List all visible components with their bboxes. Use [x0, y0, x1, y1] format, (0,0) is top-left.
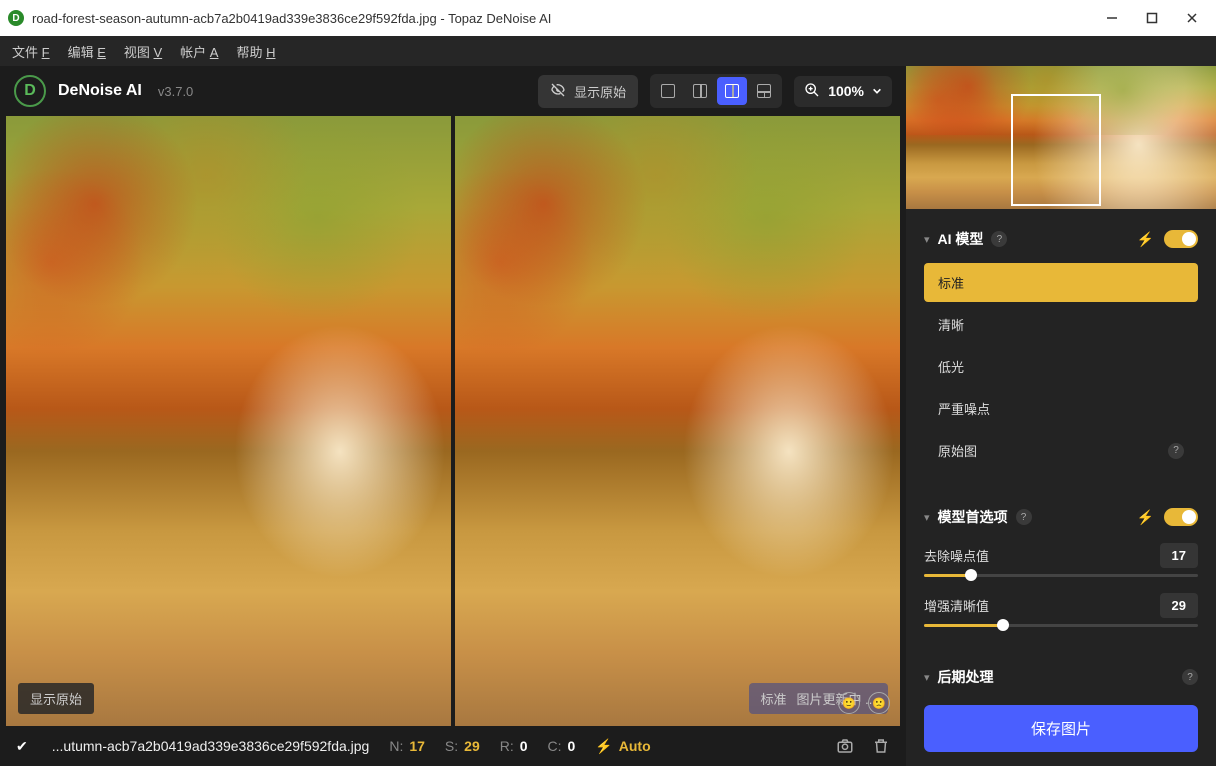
save-image-button[interactable]: 保存图片 [924, 705, 1198, 752]
view-sidebyside-button[interactable] [717, 77, 747, 105]
panel-header-post[interactable]: ▾ 后期处理 ? [924, 659, 1198, 695]
panel-post-process: ▾ 后期处理 ? [906, 647, 1216, 699]
stat-r-label: R: [500, 738, 514, 754]
rate-bad-icon[interactable]: 🙁 [868, 692, 890, 714]
menu-file[interactable]: 文件 F [12, 42, 50, 61]
stat-c-label: C: [548, 738, 562, 754]
chevron-down-icon: ▾ [924, 233, 930, 246]
help-icon[interactable]: ? [1016, 509, 1032, 525]
prefs-title: 模型首选项 [938, 507, 1008, 527]
panel-header-ai-model[interactable]: ▾ AI 模型 ? ⚡ [924, 221, 1198, 257]
model-standard[interactable]: 标准 [924, 263, 1198, 302]
panel-header-prefs[interactable]: ▾ 模型首选项 ? ⚡ [924, 499, 1198, 535]
bolt-icon: ⚡ [595, 738, 612, 755]
chevron-down-icon: ▾ [924, 671, 930, 684]
navigator[interactable] [906, 66, 1216, 209]
help-icon[interactable]: ? [991, 231, 1007, 247]
denoise-value[interactable]: 17 [1160, 543, 1198, 568]
original-label: 显示原始 [18, 683, 94, 714]
view-quad-button[interactable] [749, 77, 779, 105]
post-title: 后期处理 [938, 667, 994, 687]
show-original-label: 显示原始 [574, 82, 626, 101]
minimize-button[interactable] [1104, 10, 1120, 26]
menu-edit[interactable]: 编辑 E [68, 42, 106, 61]
bolt-icon: ⚡ [1137, 509, 1154, 526]
stat-r-value: 0 [520, 738, 528, 754]
chevron-down-icon: ▾ [924, 511, 930, 524]
zoom-value: 100% [828, 83, 864, 99]
settings-sidebar: ▾ AI 模型 ? ⚡ 标准 清晰 低光 严重噪点 原始图? ▾ 模型首选项 ? [906, 66, 1216, 766]
model-clear[interactable]: 清晰 [924, 305, 1198, 344]
app-name-label: DeNoise AI [58, 82, 142, 100]
panel-model-prefs: ▾ 模型首选项 ? ⚡ 去除噪点值 17 [906, 487, 1216, 647]
status-filename: ...utumn-acb7a2b0419ad339e3836ce29f592fd… [52, 738, 370, 754]
rate-good-icon[interactable]: 🙂 [838, 692, 860, 714]
stat-n-label: N: [389, 738, 403, 754]
show-original-button[interactable]: 显示原始 [538, 75, 638, 108]
camera-icon[interactable] [836, 737, 854, 755]
denoise-label: 去除噪点值 [924, 546, 989, 565]
app-icon: D [8, 10, 24, 26]
statusbar: ✔ ...utumn-acb7a2b0419ad339e3836ce29f592… [0, 726, 906, 766]
sharpen-label: 增强清晰值 [924, 596, 989, 615]
trash-icon[interactable] [872, 737, 890, 755]
model-raw[interactable]: 原始图? [924, 431, 1198, 470]
auto-button[interactable]: ⚡Auto [595, 738, 650, 755]
bolt-icon: ⚡ [1137, 231, 1154, 248]
menu-account[interactable]: 帐户 A [180, 42, 218, 61]
sharpen-value[interactable]: 29 [1160, 593, 1198, 618]
stat-n-value: 17 [409, 738, 425, 754]
view-single-button[interactable] [653, 77, 683, 105]
toolbar: D DeNoise AI v3.7.0 显示原始 100% [0, 66, 906, 116]
chevron-down-icon [872, 83, 882, 99]
zoom-control[interactable]: 100% [794, 76, 892, 107]
result-model-label: 标准 [761, 689, 787, 708]
preview-result-pane[interactable]: 标准 图片更新中 ... [455, 116, 900, 726]
check-icon: ✔ [16, 738, 28, 755]
menu-view[interactable]: 视图 V [124, 42, 162, 61]
menu-help[interactable]: 帮助 H [236, 42, 275, 61]
stat-s-value: 29 [464, 738, 480, 754]
window-titlebar: D road-forest-season-autumn-acb7a2b0419a… [0, 0, 1216, 36]
view-mode-group [650, 74, 782, 108]
preview-area[interactable]: 显示原始 标准 图片更新中 ... 🙂 🙁 [0, 116, 906, 726]
eye-off-icon [550, 82, 566, 101]
model-severe-noise[interactable]: 严重噪点 [924, 389, 1198, 428]
view-split-button[interactable] [685, 77, 715, 105]
navigator-viewport-rect[interactable] [1011, 94, 1101, 206]
app-version-label: v3.7.0 [158, 84, 193, 99]
stat-c-value: 0 [568, 738, 576, 754]
stat-s-label: S: [445, 738, 458, 754]
help-icon[interactable]: ? [1182, 669, 1198, 685]
ai-model-title: AI 模型 [938, 229, 984, 249]
prefs-toggle[interactable] [1164, 508, 1198, 526]
denoise-slider-row: 去除噪点值 17 [924, 535, 1198, 585]
ai-model-toggle[interactable] [1164, 230, 1198, 248]
close-button[interactable] [1184, 10, 1200, 26]
sharpen-slider-row: 增强清晰值 29 [924, 585, 1198, 635]
menubar: 文件 F 编辑 E 视图 V 帐户 A 帮助 H [0, 36, 1216, 66]
denoise-slider[interactable] [924, 574, 1198, 577]
maximize-button[interactable] [1144, 10, 1160, 26]
zoom-icon [804, 82, 820, 101]
help-icon[interactable]: ? [1168, 443, 1184, 459]
panel-ai-model: ▾ AI 模型 ? ⚡ 标准 清晰 低光 严重噪点 原始图? [906, 209, 1216, 487]
app-logo: D [14, 75, 46, 107]
window-title: road-forest-season-autumn-acb7a2b0419ad3… [32, 11, 1104, 26]
sharpen-slider[interactable] [924, 624, 1198, 627]
preview-original-pane[interactable]: 显示原始 [6, 116, 451, 726]
model-low-light[interactable]: 低光 [924, 347, 1198, 386]
